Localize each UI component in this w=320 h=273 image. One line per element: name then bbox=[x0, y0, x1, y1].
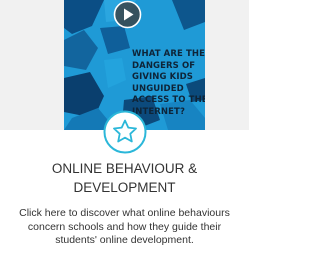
star-icon bbox=[103, 110, 147, 154]
video-caption: WHAT ARE THE DANGERS OF GIVING KIDS UNGU… bbox=[132, 49, 205, 117]
card-title[interactable]: ONLINE BEHAVIOUR & DEVELOPMENT bbox=[10, 160, 239, 197]
play-icon[interactable] bbox=[113, 0, 142, 29]
card-description: Click here to discover what online behav… bbox=[19, 207, 230, 246]
resource-card[interactable]: WHAT ARE THE DANGERS OF GIVING KIDS UNGU… bbox=[0, 0, 249, 273]
